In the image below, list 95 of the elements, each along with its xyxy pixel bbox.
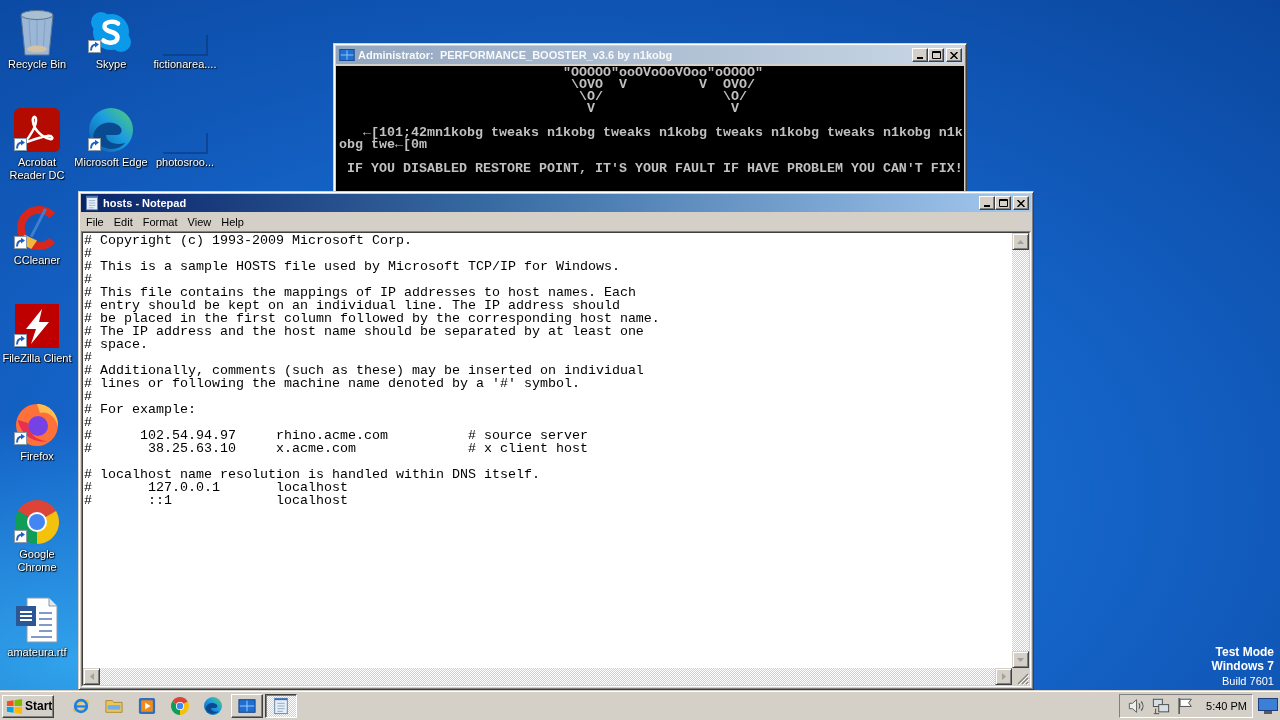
scroll-left-button[interactable] (83, 668, 100, 685)
skype-icon[interactable] (89, 10, 133, 54)
resize-grip-icon[interactable] (1017, 673, 1029, 685)
text-line: # lines or following the machine name denoted by a '#' symbol. (84, 377, 580, 390)
text-line: # space. (84, 338, 148, 351)
chrome-icon[interactable] (15, 500, 59, 544)
console-icon (339, 47, 355, 63)
text-line: # localhost name resolution is handled within DNS itself. (84, 468, 540, 481)
text-area[interactable] (83, 233, 1012, 668)
edge-icon[interactable] (89, 108, 133, 152)
windows-version-label: Windows 7 (1211, 659, 1274, 673)
scroll-right-button[interactable] (995, 668, 1012, 685)
console-line: obg twe←[0m (339, 139, 427, 151)
text-line: # This is a sample HOSTS file used by Microsoft TCP/IP for Windows. (84, 260, 620, 273)
right-arrow-icon (1001, 673, 1006, 680)
text-line: # This file contains the mappings of IP addresses to host names. Each (84, 286, 636, 299)
down-arrow-icon (1017, 657, 1024, 662)
text-line: # entry should be kept on an individual line. The IP address should (84, 299, 620, 312)
text-line: # 127.0.0.1 localhost (84, 481, 348, 494)
text-line: # 102.54.94.97 rhino.acme.com # source server (84, 429, 588, 442)
window-title: Administrator: PERFORMANCE_BOOSTER_v3.6 by n1kobg (358, 48, 674, 63)
text-line: # (84, 247, 92, 260)
build-number-label: Build 7601 (1222, 674, 1274, 689)
console-icon (238, 697, 256, 715)
minimize-icon (917, 56, 923, 59)
text-line: # Copyright (c) 1993-2009 Microsoft Corp. (84, 234, 412, 247)
text-line: # 38.25.63.10 x.acme.com # x client host (84, 442, 588, 455)
console-line: ←[101;42mn1kobg tweaks n1kobg tweaks n1kobg tweaks n1kobg tweaks n1kobg n1k (363, 127, 963, 139)
chrome-icon[interactable] (170, 697, 189, 715)
menu-item[interactable]: File (81, 215, 109, 228)
minimize-button[interactable] (912, 48, 928, 62)
test-mode-label: Test Mode (1215, 645, 1274, 659)
minimize-button[interactable] (979, 196, 995, 210)
notepad-icon (272, 697, 290, 715)
console-line: IF YOU DISABLED RESTORE POINT, IT'S YOUR FAULT IF HAVE PROBLEM YOU CAN'T FIX! (347, 163, 963, 175)
text-line: # For example: (84, 403, 196, 416)
document-icon[interactable] (15, 597, 59, 643)
console-line: V V (586, 103, 739, 115)
maximize-button[interactable] (928, 48, 944, 62)
close-icon (950, 51, 958, 59)
maximize-icon (931, 51, 941, 59)
icon-label[interactable]: photosroo... (155, 156, 215, 169)
icon-label[interactable]: Firefox (20, 450, 54, 463)
window-title: hosts - Notepad (103, 196, 188, 211)
console-line: "OOOOO"ooOVoOoVOoo"oOOOO" (562, 67, 763, 79)
internet-explorer-icon[interactable] (71, 697, 90, 715)
scroll-down-button[interactable] (1012, 651, 1029, 668)
acrobat-icon[interactable] (14, 108, 60, 152)
monitor-icon[interactable] (1258, 698, 1278, 714)
icon-label[interactable]: fictionarea.... (153, 58, 217, 71)
icon-label[interactable]: Microsoft Edge (74, 156, 148, 169)
recycle-bin-icon[interactable] (18, 8, 56, 56)
firefox-icon[interactable] (15, 401, 59, 447)
icon-label[interactable]: CCleaner (13, 254, 61, 267)
icon-label[interactable]: Google Chrome (0, 548, 74, 574)
text-line: # The IP address and the host name should be separated by at least one (84, 325, 644, 338)
close-button[interactable] (1013, 196, 1029, 210)
vertical-scrollbar[interactable] (1012, 233, 1029, 668)
clock[interactable]: 5:40 PM (1206, 700, 1247, 712)
maximize-button[interactable] (995, 196, 1011, 210)
text-line: # (84, 351, 92, 364)
windows-logo-icon (6, 697, 23, 715)
menu-item[interactable]: Edit (108, 215, 138, 228)
console-line: \O/ \O/ (578, 91, 747, 103)
scroll-up-button[interactable] (1012, 233, 1029, 250)
menu-item[interactable]: View (182, 215, 217, 228)
edge-icon[interactable] (203, 697, 222, 715)
media-player-icon[interactable] (137, 697, 156, 715)
text-line: # Additionally, comments (such as these) may be inserted on individual (84, 364, 644, 377)
menu-item[interactable]: Format (137, 215, 183, 228)
network-icon[interactable] (1152, 697, 1171, 715)
icon-label[interactable]: FileZilla Client (2, 352, 72, 365)
text-line: # (84, 390, 92, 403)
up-arrow-icon (1017, 239, 1024, 244)
maximize-icon (998, 199, 1008, 207)
text-line: # (84, 273, 92, 286)
text-line: # (84, 416, 92, 429)
icon-label[interactable]: Acrobat Reader DC (0, 156, 74, 182)
notepad-icon (84, 195, 100, 211)
taskbar-button[interactable] (265, 694, 297, 718)
icon-label[interactable]: Skype (95, 58, 127, 71)
text-line: # be placed in the first column followed by the corresponding host name. (84, 312, 660, 325)
start-button[interactable]: Start (2, 694, 54, 718)
text-line: # ::1 localhost (84, 494, 348, 507)
close-button[interactable] (946, 48, 962, 62)
horizontal-scrollbar[interactable] (83, 668, 1012, 685)
minimize-icon (984, 204, 990, 207)
filezilla-icon[interactable] (15, 304, 59, 348)
menu-item[interactable]: Help (216, 215, 249, 228)
left-arrow-icon (89, 673, 94, 680)
close-icon (1017, 199, 1025, 207)
console-line: \OVO V V OVO/ (570, 79, 755, 91)
speaker-icon[interactable] (1128, 697, 1147, 715)
flag-icon[interactable] (1176, 697, 1195, 715)
icon-label[interactable]: Recycle Bin (7, 58, 67, 71)
